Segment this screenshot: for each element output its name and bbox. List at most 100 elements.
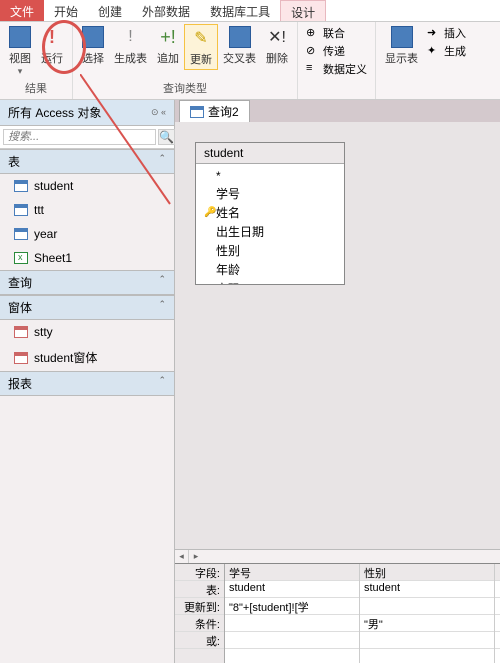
update-label: 更新 [190, 51, 212, 67]
cell-or[interactable] [360, 632, 494, 649]
group-queries[interactable]: 查询⌃ [0, 270, 174, 295]
select-button[interactable]: 选择 [77, 24, 109, 68]
nav-search: 🔍 [0, 126, 174, 149]
scroll-bar[interactable]: ◂ ▸ [175, 549, 500, 563]
datadef-icon: ≡ [306, 62, 320, 76]
form-item[interactable]: student窗体 [0, 344, 174, 371]
insert-button[interactable]: ➜插入 [423, 24, 470, 42]
table-item[interactable]: student [0, 174, 174, 198]
tab-dbtools[interactable]: 数据库工具 [200, 0, 280, 21]
generate-label: 生成 [444, 43, 466, 59]
table-icon [14, 228, 28, 240]
excel-icon [14, 252, 28, 264]
field-item[interactable]: 🔑姓名 [200, 203, 340, 222]
query-design-area[interactable]: student * 学号 🔑姓名 出生日期 性别 年龄 密码 [175, 122, 500, 549]
table-item[interactable]: ttt [0, 198, 174, 222]
group-tables[interactable]: 表⌃ [0, 149, 174, 174]
search-input[interactable] [3, 129, 156, 145]
cell-or[interactable] [225, 632, 359, 649]
cell-field[interactable] [495, 564, 500, 581]
tab-home[interactable]: 开始 [44, 0, 88, 21]
chevron-up-icon: ⌃ [158, 153, 166, 170]
grid-column[interactable]: 学号 student "8"+[student]![学 [225, 564, 360, 663]
group-forms-label: 窗体 [8, 299, 32, 316]
showtable-icon [391, 26, 413, 48]
cell-or[interactable] [495, 632, 500, 649]
delete-button[interactable]: ✕!删除 [261, 24, 293, 68]
cell-criteria[interactable] [495, 615, 500, 632]
scroll-right-icon[interactable]: ▸ [189, 550, 203, 563]
maketable-button[interactable]: !生成表 [109, 24, 152, 68]
passthrough-icon: ⊘ [306, 44, 320, 58]
append-button[interactable]: +!追加 [152, 24, 184, 68]
cell-criteria[interactable] [225, 615, 359, 632]
maketable-icon: ! [120, 26, 142, 48]
key-icon: 🔑 [204, 207, 216, 218]
field-label: 学号 [216, 185, 240, 202]
tab-create[interactable]: 创建 [88, 0, 132, 21]
table-item[interactable]: year [0, 222, 174, 246]
nav-title: 所有 Access 对象 [8, 104, 101, 121]
group-reports-label: 报表 [8, 375, 32, 392]
form-icon [14, 352, 28, 364]
cell-table[interactable] [495, 581, 500, 598]
delete-label: 删除 [266, 50, 288, 66]
nav-collapse-icon[interactable]: ⊙ « [151, 107, 166, 118]
grid-row-labels: 字段: 表: 更新到: 条件: 或: [175, 564, 225, 663]
tab-file[interactable]: 文件 [0, 0, 44, 21]
document-tabs: 查询2 [175, 100, 500, 122]
form-item[interactable]: stty [0, 320, 174, 344]
run-button[interactable]: ! 运行 [36, 24, 68, 68]
union-label: 联合 [323, 25, 345, 41]
ribbon: 视图 ▾ ! 运行 结果 选择 !生成表 +!追加 ✎更新 交叉表 ✕!删除 查… [0, 22, 500, 100]
scroll-left-icon[interactable]: ◂ [175, 550, 189, 563]
tab-design[interactable]: 设计 [280, 0, 326, 21]
passthrough-button[interactable]: ⊘传递 [302, 42, 371, 60]
nav-header[interactable]: 所有 Access 对象 ⊙ « [0, 100, 174, 126]
crosstab-button[interactable]: 交叉表 [218, 24, 261, 68]
table-icon [14, 180, 28, 192]
cell-table[interactable]: student [225, 581, 359, 598]
item-label: stty [34, 325, 53, 339]
crosstab-icon [229, 26, 251, 48]
field-label: 出生日期 [216, 223, 264, 240]
cell-criteria[interactable]: "男" [360, 615, 494, 632]
datadef-button[interactable]: ≡数据定义 [302, 60, 371, 78]
content-area: 查询2 student * 学号 🔑姓名 出生日期 性别 年龄 密码 ◂ ▸ [175, 100, 500, 663]
field-item[interactable]: 学号 [200, 184, 340, 203]
group-reports[interactable]: 报表⌃ [0, 371, 174, 396]
grid-column[interactable] [495, 564, 500, 663]
cell-updateto[interactable] [495, 598, 500, 615]
view-button[interactable]: 视图 ▾ [4, 24, 36, 79]
navigation-pane: 所有 Access 对象 ⊙ « 🔍 表⌃ student ttt year S… [0, 100, 175, 663]
chevron-up-icon: ⌃ [158, 274, 166, 291]
item-label: ttt [34, 203, 44, 217]
search-button[interactable]: 🔍 [158, 129, 175, 145]
field-label: 姓名 [216, 204, 240, 221]
query-icon [190, 106, 204, 118]
field-label: * [216, 169, 221, 183]
cell-updateto[interactable] [360, 598, 494, 615]
cell-field[interactable]: 性别 [360, 564, 494, 581]
query-tab[interactable]: 查询2 [179, 100, 250, 122]
item-label: student窗体 [34, 349, 97, 366]
cell-updateto[interactable]: "8"+[student]![学 [225, 598, 359, 615]
table-item[interactable]: Sheet1 [0, 246, 174, 270]
showtable-button[interactable]: 显示表 [380, 24, 423, 68]
field-item[interactable]: 性别 [200, 241, 340, 260]
generate-button[interactable]: ✦生成 [423, 42, 470, 60]
field-item[interactable]: 密码 [200, 279, 340, 284]
table-box-student[interactable]: student * 学号 🔑姓名 出生日期 性别 年龄 密码 [195, 142, 345, 285]
cell-table[interactable]: student [360, 581, 494, 598]
cell-field[interactable]: 学号 [225, 564, 359, 581]
label-or: 或: [175, 632, 224, 649]
field-item[interactable]: 出生日期 [200, 222, 340, 241]
field-label: 性别 [216, 242, 240, 259]
union-button[interactable]: ⊕联合 [302, 24, 371, 42]
group-forms[interactable]: 窗体⌃ [0, 295, 174, 320]
field-item[interactable]: 年龄 [200, 260, 340, 279]
update-button[interactable]: ✎更新 [184, 24, 218, 70]
field-item[interactable]: * [200, 168, 340, 184]
tab-external[interactable]: 外部数据 [132, 0, 200, 21]
grid-column[interactable]: 性别 student "男" [360, 564, 495, 663]
